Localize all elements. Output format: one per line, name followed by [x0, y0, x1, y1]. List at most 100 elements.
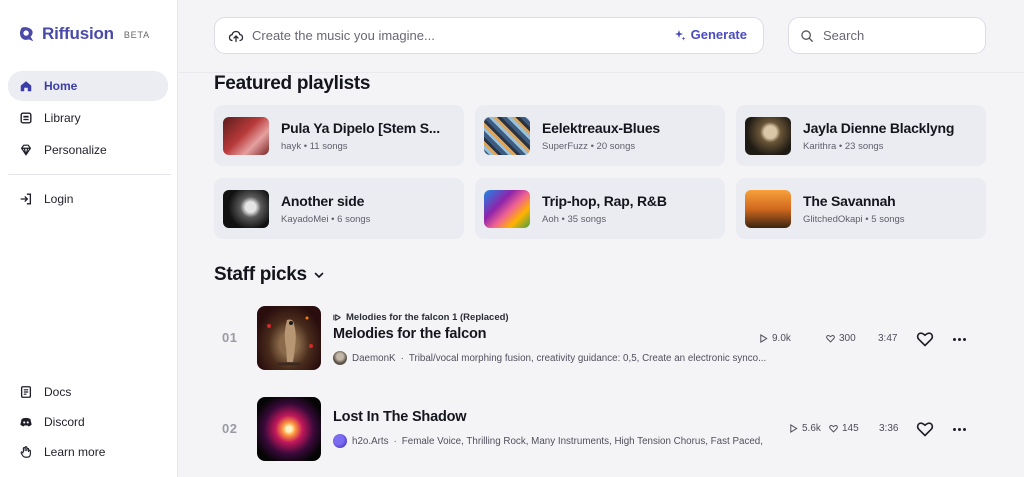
playlist-title: Jayla Dienne Blacklyng [803, 119, 955, 136]
playlist-card[interactable]: Another side KayadoMei • 6 songs [214, 178, 464, 239]
play-icon [790, 424, 798, 433]
playlist-cover [745, 116, 791, 155]
playlist-card[interactable]: The Savannah GlitchedOkapi • 5 songs [736, 178, 986, 239]
playlist-song-count: 20 songs [596, 140, 636, 152]
playlist-author: KayadoMei [281, 213, 329, 225]
remix-source-label: Melodies for the falcon 1 (Replaced) [346, 312, 509, 323]
playlist-song-count: 6 songs [337, 213, 371, 225]
falcon-artwork [267, 316, 313, 366]
staff-picks-title[interactable]: Staff picks [214, 264, 325, 286]
playlist-cover [745, 189, 791, 228]
track-row[interactable]: 02 Lost In The Shadow h2o.Arts · Female … [214, 397, 986, 469]
featured-title: Featured playlists [214, 73, 371, 94]
sidebar-item-learn-more[interactable]: Learn more [8, 437, 168, 467]
sidebar-item-label: Library [44, 111, 81, 125]
cloud-upload-icon[interactable] [228, 28, 244, 44]
sidebar-divider [8, 174, 171, 175]
sidebar-item-label: Personalize [44, 143, 107, 157]
sidebar-item-label: Docs [44, 385, 72, 399]
playlist-cover [223, 116, 269, 155]
track-author[interactable]: h2o.Arts [352, 436, 389, 447]
track-duration: 3:36 [879, 423, 899, 434]
playlist-title: Another side [281, 192, 365, 209]
generate-button[interactable]: Generate [674, 27, 747, 42]
sidebar-item-library[interactable]: Library [8, 103, 168, 133]
playlist-author: hayk [281, 140, 302, 152]
search-icon [801, 29, 813, 42]
track-row[interactable]: 01 Melodies for the falcon 1 (Replaced) … [214, 306, 986, 378]
playlist-title: The Savannah [803, 192, 896, 209]
avatar[interactable] [333, 351, 347, 365]
track-number: 01 [222, 330, 238, 345]
playlist-title: Pula Ya Dipelo [Stem S... [281, 119, 440, 136]
playlist-cover [484, 116, 530, 155]
track-description: Female Voice, Thrilling Rock, Many Instr… [401, 435, 763, 447]
prompt-box[interactable]: Generate [214, 17, 764, 54]
playlist-song-count: 11 songs [309, 140, 348, 152]
track-cover[interactable] [257, 306, 321, 370]
like-button-heart-icon[interactable] [916, 330, 934, 348]
playlist-song-count: 5 songs [871, 213, 905, 225]
heart-small-icon [829, 424, 838, 433]
library-icon [20, 112, 32, 124]
heart-small-icon [826, 334, 835, 343]
playlist-card[interactable]: Pula Ya Dipelo [Stem S... hayk • 11 song… [214, 105, 464, 166]
more-options-icon[interactable] [951, 332, 967, 346]
chevron-down-icon [314, 272, 324, 279]
sidebar-item-personalize[interactable]: Personalize [8, 135, 168, 165]
track-author[interactable]: DaemonK [352, 353, 396, 364]
playlist-author: Aoh [542, 213, 559, 225]
sidebar-item-discord[interactable]: Discord [8, 407, 168, 437]
playlist-card[interactable]: Eelektreaux-Blues SuperFuzz • 20 songs [475, 105, 725, 166]
riffusion-logo-icon [19, 27, 34, 42]
playlist-title: Trip-hop, Rap, R&B [542, 192, 667, 209]
playlist-author: Karithra [803, 140, 837, 152]
track-number: 02 [222, 421, 238, 436]
playlist-author: SuperFuzz [542, 140, 588, 152]
sidebar-item-docs[interactable]: Docs [8, 377, 168, 407]
track-title[interactable]: Lost In The Shadow [333, 409, 467, 425]
staff-picks-label: Staff picks [214, 264, 307, 285]
playlist-song-count: 23 songs [844, 140, 884, 152]
generate-label: Generate [690, 27, 747, 42]
avatar[interactable] [333, 434, 347, 448]
docs-icon [20, 386, 32, 398]
sidebar-item-label: Discord [44, 415, 85, 429]
playlist-card[interactable]: Trip-hop, Rap, R&B Aoh • 35 songs [475, 178, 725, 239]
sidebar-item-label: Learn more [44, 445, 106, 459]
discord-icon [20, 417, 32, 427]
playlist-song-count: 35 songs [567, 213, 607, 225]
login-icon [20, 193, 32, 205]
home-icon [20, 81, 32, 92]
gem-icon [21, 144, 31, 156]
like-button-heart-icon[interactable] [916, 420, 934, 438]
playlist-cover [484, 189, 530, 228]
remix-source[interactable]: Melodies for the falcon 1 (Replaced) [333, 312, 509, 323]
track-title[interactable]: Melodies for the falcon [333, 326, 487, 342]
track-description: Tribal/vocal morphing fusion, creativity… [408, 352, 767, 364]
playlist-title: Eelektreaux-Blues [542, 119, 660, 136]
remix-icon [333, 314, 341, 321]
search-box[interactable] [788, 17, 986, 54]
playlist-cover [223, 189, 269, 228]
hand-icon [20, 446, 31, 458]
brand[interactable]: Riffusion BETA [18, 24, 150, 44]
sidebar-item-login[interactable]: Login [8, 184, 168, 214]
brand-name: Riffusion [42, 24, 114, 43]
more-options-icon[interactable] [951, 422, 967, 436]
like-count: 145 [829, 423, 859, 434]
track-duration: 3:47 [878, 333, 898, 344]
play-count: 9.0k [759, 333, 791, 344]
beta-badge: BETA [123, 30, 150, 40]
search-input[interactable] [823, 28, 973, 43]
sidebar-item-label: Login [44, 192, 74, 206]
sparkle-icon [674, 29, 686, 40]
sidebar-item-home[interactable]: Home [8, 71, 168, 101]
prompt-input[interactable] [252, 28, 652, 43]
sidebar: Riffusion BETA Home Library Personalize … [0, 0, 178, 477]
play-icon [760, 334, 768, 343]
playlist-card[interactable]: Jayla Dienne Blacklyng Karithra • 23 son… [736, 105, 986, 166]
play-count: 5.6k [789, 423, 821, 434]
track-cover[interactable] [257, 397, 321, 461]
like-count: 300 [826, 333, 856, 344]
